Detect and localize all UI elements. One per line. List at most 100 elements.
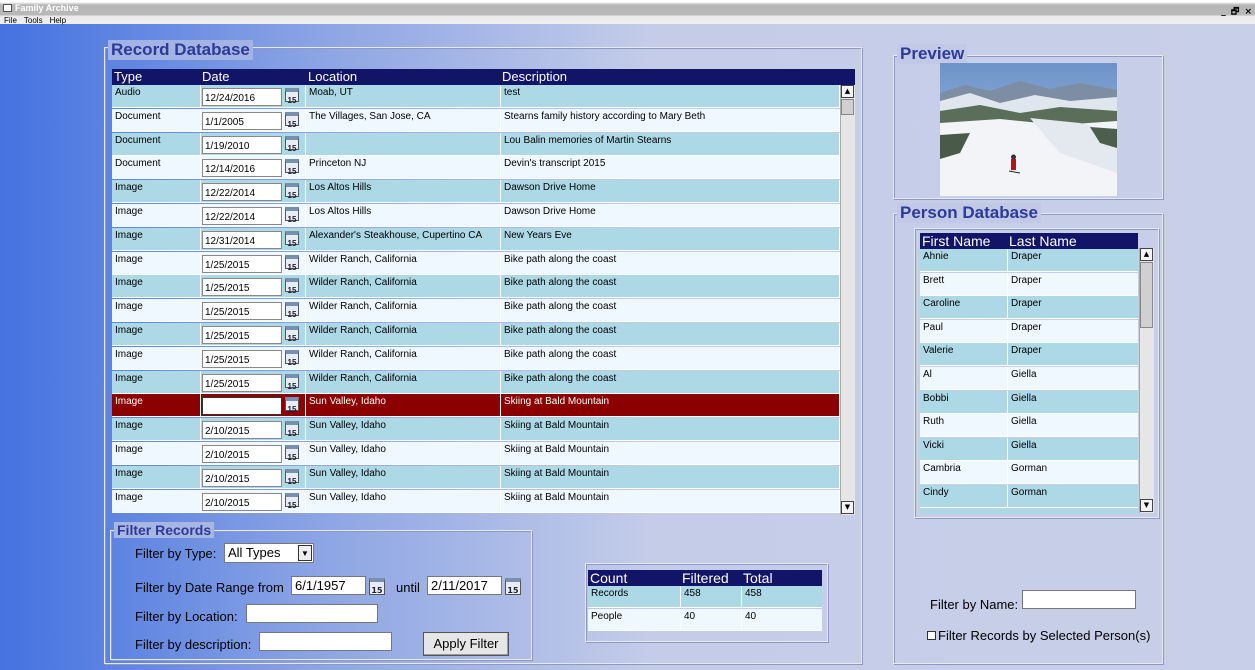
list-item[interactable]: Valerie Draper [920,343,1138,367]
table-row[interactable]: Image 12/31/2014 15 Alexander's Steakhouse,… [112,227,840,251]
date-picker-input[interactable]: 2/10/2015 [202,397,282,416]
date-picker-input[interactable]: 1/1/2005 [202,111,282,130]
table-row[interactable]: Image 2/10/2015 15 Sun Valley, Idaho Skiing … [112,394,840,418]
calendar-icon[interactable]: 15 [285,421,299,438]
table-row[interactable]: Image 2/10/2015 15 Sun Valley, Idaho Skiing … [112,442,840,465]
menu-tools[interactable]: Tools [24,16,43,25]
col-location[interactable]: Location [308,69,357,85]
scroll-down-button[interactable]: ▼ [841,501,854,514]
date-picker-input[interactable]: 2/10/2015 [202,492,282,511]
calendar-icon[interactable]: 15 [285,326,299,343]
person-scrollbar[interactable]: ▲ ▼ [1139,248,1154,513]
cell-description: Skiing at Bald Mountain [501,394,840,418]
calendar-icon[interactable]: 15 [285,183,299,200]
calendar-icon[interactable]: 15 [505,578,521,595]
cell-location: Wilder Ranch, California [306,370,501,394]
col-date[interactable]: Date [202,69,229,85]
cell-description: Bike path along the coast [501,299,840,323]
col-type[interactable]: Type [114,69,142,85]
date-picker-input[interactable]: 1/25/2015 [202,326,282,344]
date-picker-input[interactable]: 12/22/2014 [202,183,282,202]
table-row[interactable]: Image 1/25/2015 15 Wilder Ranch, California… [112,275,840,299]
scroll-up-button[interactable]: ▲ [1140,248,1153,261]
description-filter-input[interactable] [259,632,392,651]
table-row[interactable]: Image 2/10/2015 15 Sun Valley, Idaho Skiing … [112,489,840,513]
calendar-icon[interactable]: 15 [285,207,299,224]
table-row[interactable]: Document 1/19/2010 15 Lou Balin memories of… [112,132,840,156]
col-description[interactable]: Description [502,69,567,85]
table-row[interactable]: Document 12/14/2016 15 Princeton NJ Devin's … [112,156,840,180]
table-row[interactable]: Image 2/10/2015 15 Sun Valley, Idaho Skiing … [112,418,840,442]
table-row[interactable]: Image 1/25/2015 15 Wilder Ranch, California… [112,299,840,323]
calendar-icon[interactable]: 15 [285,88,299,105]
calendar-icon[interactable]: 15 [285,254,299,272]
scroll-thumb[interactable] [1140,262,1153,328]
chevron-down-icon[interactable]: ▼ [298,545,312,561]
list-item[interactable]: Bobbi Giella [920,390,1138,414]
list-item[interactable]: Cindy Gorman [920,485,1138,508]
list-item[interactable]: Cambria Gorman [920,461,1138,485]
list-item[interactable]: Caroline Draper [920,296,1138,320]
scroll-thumb[interactable] [841,99,854,115]
menu-help[interactable]: Help [50,16,66,25]
calendar-icon[interactable]: 15 [285,445,299,462]
date-picker-input[interactable]: 2/10/2015 [202,468,282,487]
date-picker-input[interactable]: 2/10/2015 [202,445,282,463]
calendar-icon[interactable]: 15 [285,135,299,153]
date-picker-input[interactable]: 1/25/2015 [202,302,282,321]
calendar-icon[interactable]: 15 [285,111,299,129]
table-row[interactable]: Image 2/10/2015 15 Sun Valley, Idaho Skiing … [112,465,840,489]
filter-type-select[interactable]: All Types ▼ [224,543,314,563]
calendar-icon[interactable]: 15 [285,349,299,367]
date-picker-input[interactable]: 1/25/2015 [202,254,282,273]
calendar-icon[interactable]: 15 [285,230,299,248]
calendar-icon[interactable]: 15 [285,373,299,391]
date-picker-input[interactable]: 12/31/2014 [202,230,282,249]
table-row[interactable]: Image 1/25/2015 15 Wilder Ranch, California… [112,323,840,346]
menu-file[interactable]: File [4,16,17,25]
calendar-icon[interactable]: 15 [285,468,299,486]
list-item[interactable]: Al Giella [920,367,1138,390]
calendar-icon[interactable]: 15 [285,159,299,176]
col-first-name[interactable]: First Name [922,233,990,249]
calendar-icon[interactable]: 15 [369,578,385,595]
scroll-up-button[interactable]: ▲ [841,85,854,98]
cell-type: Document [112,132,201,156]
calendar-icon[interactable]: 15 [285,492,299,510]
date-picker-input[interactable]: 2/10/2015 [202,421,282,440]
record-scrollbar[interactable]: ▲ ▼ [840,85,855,515]
list-item[interactable]: Paul Draper [920,319,1138,343]
table-row[interactable]: Audio 12/24/2016 15 Moab, UT test [112,85,840,108]
date-picker-input[interactable]: 1/25/2015 [202,349,282,368]
date-picker-input[interactable]: 1/25/2015 [202,373,282,392]
table-row[interactable]: Image 1/25/2015 15 Wilder Ranch, California… [112,251,840,275]
apply-filter-button[interactable]: Apply Filter [423,632,509,656]
table-row[interactable]: Image 12/22/2014 15 Los Altos Hills Dawson D… [112,180,840,204]
date-from-input[interactable]: 6/1/1957 [291,576,366,595]
title-bar: Family Archive _ 🗗 × [0,0,1255,24]
date-picker-input[interactable]: 12/24/2016 [202,88,282,106]
date-picker-input[interactable]: 1/19/2010 [202,135,282,154]
list-item[interactable]: Brett Draper [920,272,1138,296]
calendar-icon[interactable]: 15 [285,302,299,319]
window-controls[interactable]: _ 🗗 × [1221,4,1253,20]
scroll-down-button[interactable]: ▼ [1140,499,1153,512]
list-item[interactable]: Ahnie Draper [920,249,1138,272]
date-picker-input[interactable]: 12/22/2014 [202,207,282,225]
table-row[interactable]: Image 12/22/2014 15 Los Altos Hills Dawson D… [112,204,840,227]
date-picker-input[interactable]: 1/25/2015 [202,278,282,297]
col-last-name[interactable]: Last Name [1009,233,1077,249]
list-item[interactable]: Ruth Giella [920,414,1138,438]
name-filter-input[interactable] [1022,590,1136,609]
location-filter-input[interactable] [246,604,378,623]
person-filter-checkbox[interactable] [927,631,936,640]
table-row[interactable]: Image 1/25/2015 15 Wilder Ranch, California… [112,370,840,394]
table-row[interactable]: Image 1/25/2015 15 Wilder Ranch, California… [112,346,840,370]
cell-location: Sun Valley, Idaho [306,418,501,442]
list-item[interactable]: Vicki Giella [920,437,1138,461]
date-until-input[interactable]: 2/11/2017 [427,576,502,595]
calendar-icon[interactable]: 15 [285,278,299,295]
calendar-icon[interactable]: 15 [285,397,299,414]
date-picker-input[interactable]: 12/14/2016 [202,159,282,178]
table-row[interactable]: Document 1/1/2005 15 The Villages, San Jose… [112,108,840,132]
